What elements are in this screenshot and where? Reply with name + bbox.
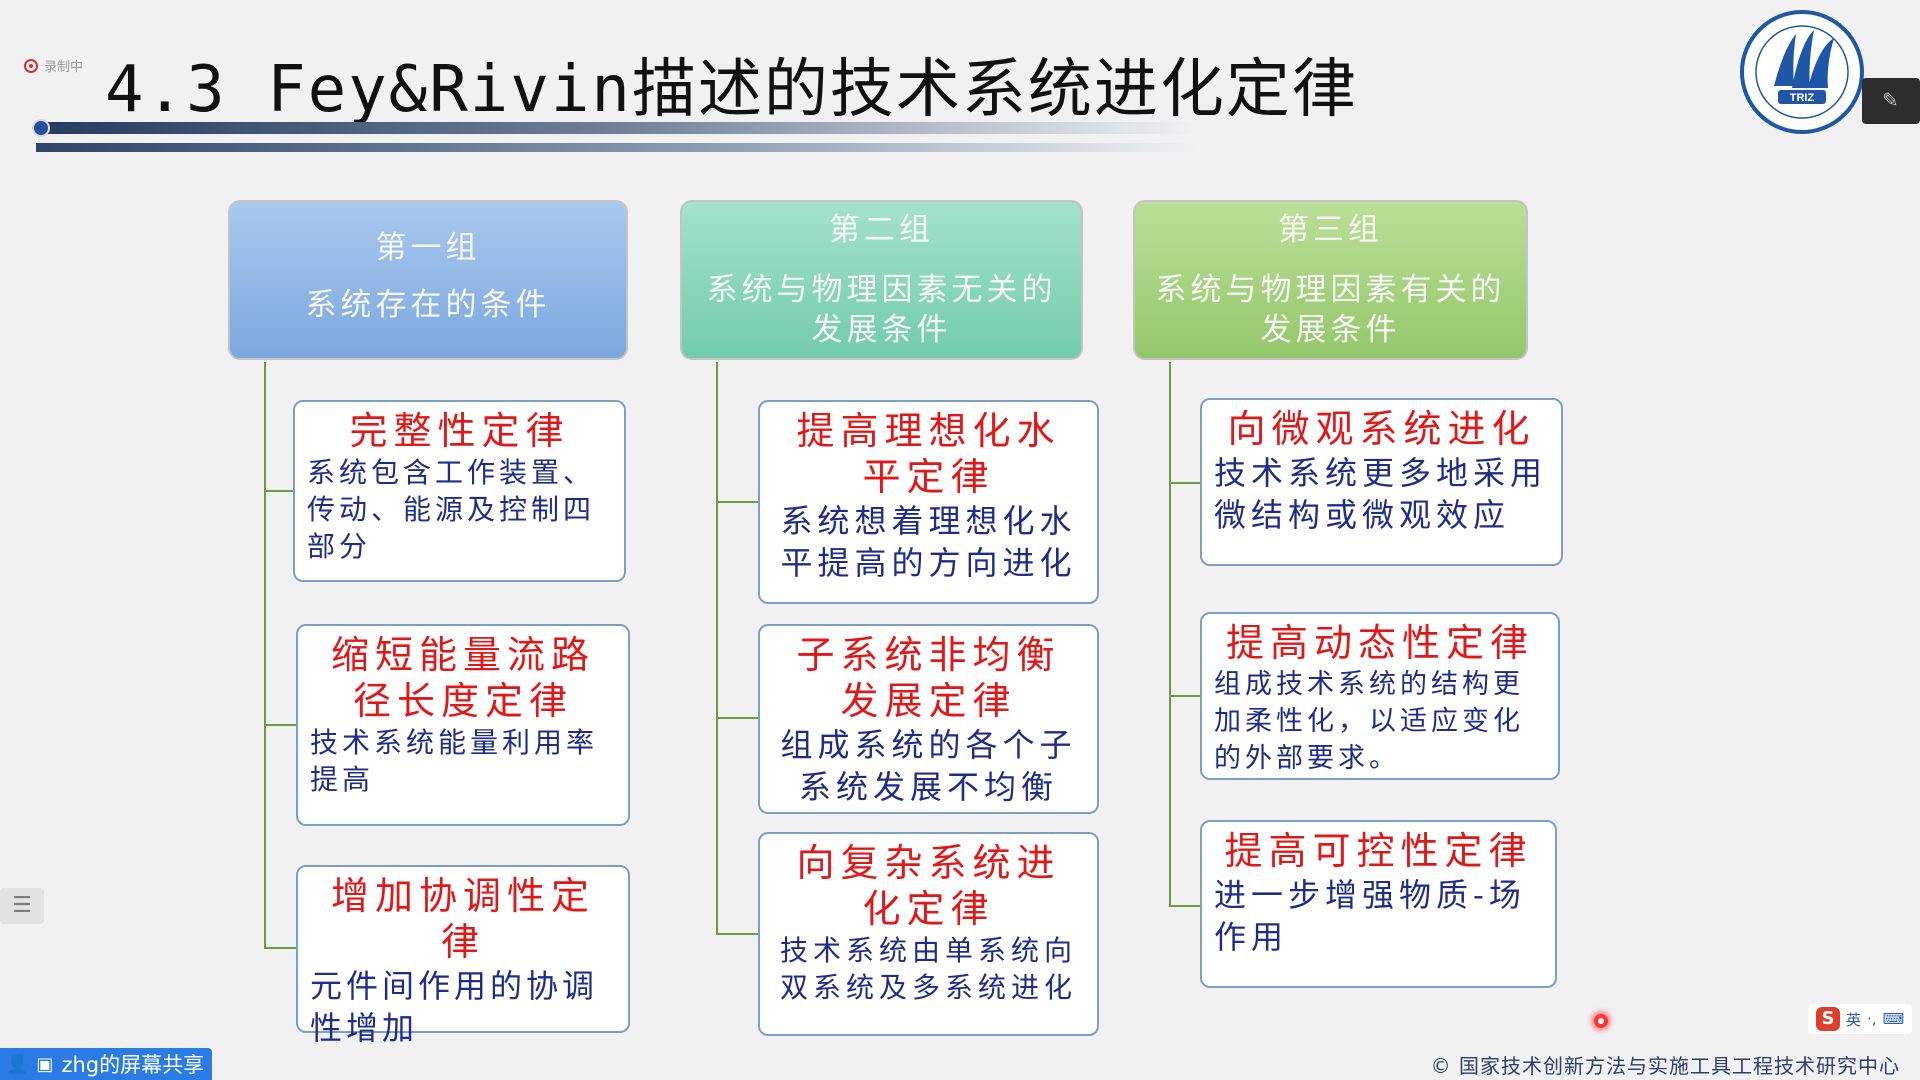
law-description: 系统想着理想化水平提高的方向进化 [780,502,1077,582]
outline-list-button[interactable]: ☰ [0,888,44,924]
law-box-microscale: 向微观系统进化 技术系统更多地采用微结构或微观效应 [1200,398,1563,566]
mic-off-icon: ✎ [1882,88,1899,112]
law-description: 技术系统由单系统向双系统及多系统进化 [779,934,1077,1004]
connector-line [716,717,758,719]
copyright-text: © 国家技术创新方法与实施工具工程技术研究中心 [1430,1054,1900,1078]
law-box-energy-path: 缩短能量流路径长度定律 技术系统能量利用率提高 [296,624,630,826]
connector-line [716,362,718,934]
slide-title: 4.3 Fey&Rivin描述的技术系统进化定律 [105,53,1358,127]
connector-line [264,724,298,726]
connector-line [716,501,758,503]
law-title: 增加协调性定律 [330,874,595,964]
connector-line [264,947,298,949]
screen-icon: ▣ [36,1053,54,1075]
share-label: zhg的屏幕共享 [61,1053,205,1077]
law-box-completeness: 完整性定律 系统包含工作装置、传动、能源及控制四部分 [293,400,626,582]
law-title: 子系统非均衡发展定律 [796,633,1061,723]
group-header-2: 第二组 系统与物理因素无关的发展条件 [680,200,1083,360]
law-title: 缩短能量流路径长度定律 [330,633,595,723]
law-box-controllability: 提高可控性定律 进一步增强物质-场作用 [1200,820,1557,988]
law-box-complex-system: 向复杂系统进化定律 技术系统由单系统向双系统及多系统进化 [758,832,1099,1036]
law-box-uneven-development: 子系统非均衡发展定律 组成系统的各个子系统发展不均衡 [758,624,1099,814]
group-theme: 系统与物理因素有关的发展条件 [1155,272,1506,348]
connector-line [1169,905,1201,907]
law-description: 技术系统能量利用率提高 [310,726,599,796]
group-theme: 系统与物理因素无关的发展条件 [706,272,1057,348]
group-name: 第二组 [829,212,934,248]
punctuation-icon: ·, [1867,1010,1877,1028]
connector-line [264,490,294,492]
law-title: 提高理想化水平定律 [796,409,1061,499]
group-name: 第一组 [375,230,481,266]
logo-text: TRIZ [1790,92,1815,104]
keyboard-icon: ⌨ [1882,1010,1905,1028]
screen-share-badge[interactable]: 👤 ▣ zhg的屏幕共享 [0,1048,212,1080]
laser-pointer [1594,1014,1608,1028]
law-title: 完整性定律 [349,409,570,453]
connector-line [1169,695,1201,697]
ime-toolbar[interactable]: S 英 ·, ⌨ [1808,1004,1913,1034]
law-title: 提高可控性定律 [1224,829,1533,873]
law-title: 向复杂系统进化定律 [796,841,1061,931]
recording-label: 录制中 [44,60,84,75]
group-header-3: 第三组 系统与物理因素有关的发展条件 [1133,200,1528,360]
group-name: 第三组 [1278,212,1383,248]
law-box-dynamism: 提高动态性定律 组成技术系统的结构更加柔性化，以适应变化的外部要求。 [1200,612,1560,780]
connector-line [716,933,758,935]
group-theme: 系统存在的条件 [305,287,551,323]
law-title: 提高动态性定律 [1225,621,1534,665]
user-icon: 👤 [6,1053,29,1075]
list-icon: ☰ [12,893,32,918]
law-description: 元件间作用的协调性增加 [310,967,599,1047]
title-underline-bar [36,122,1196,134]
law-title: 向微观系统进化 [1227,407,1536,451]
law-box-ideality: 提高理想化水平定律 系统想着理想化水平提高的方向进化 [758,400,1099,604]
group-header-1: 第一组 系统存在的条件 [228,200,628,360]
connector-line [264,362,266,948]
triz-logo-icon: TRIZ [1740,10,1864,134]
ime-language: 英 [1846,1010,1862,1029]
law-description: 技术系统更多地采用微结构或微观效应 [1214,454,1548,534]
recording-indicator: 录制中 [24,56,83,75]
title-underline-dot [32,119,50,137]
law-description: 组成技术系统的结构更加柔性化，以适应变化的外部要求。 [1214,669,1524,774]
title-underline-bar-2 [36,143,1196,152]
connector-line [1169,482,1201,484]
connector-line [1169,362,1171,906]
law-box-coordination: 增加协调性定律 元件间作用的协调性增加 [296,865,630,1047]
record-icon [24,58,38,73]
law-description: 系统包含工作装置、传动、能源及控制四部分 [307,456,596,563]
sogou-icon: S [1816,1007,1840,1031]
mute-button[interactable]: ✎ [1862,78,1920,124]
law-description: 进一步增强物质-场作用 [1214,876,1526,956]
law-description: 组成系统的各个子系统发展不均衡 [780,726,1077,806]
